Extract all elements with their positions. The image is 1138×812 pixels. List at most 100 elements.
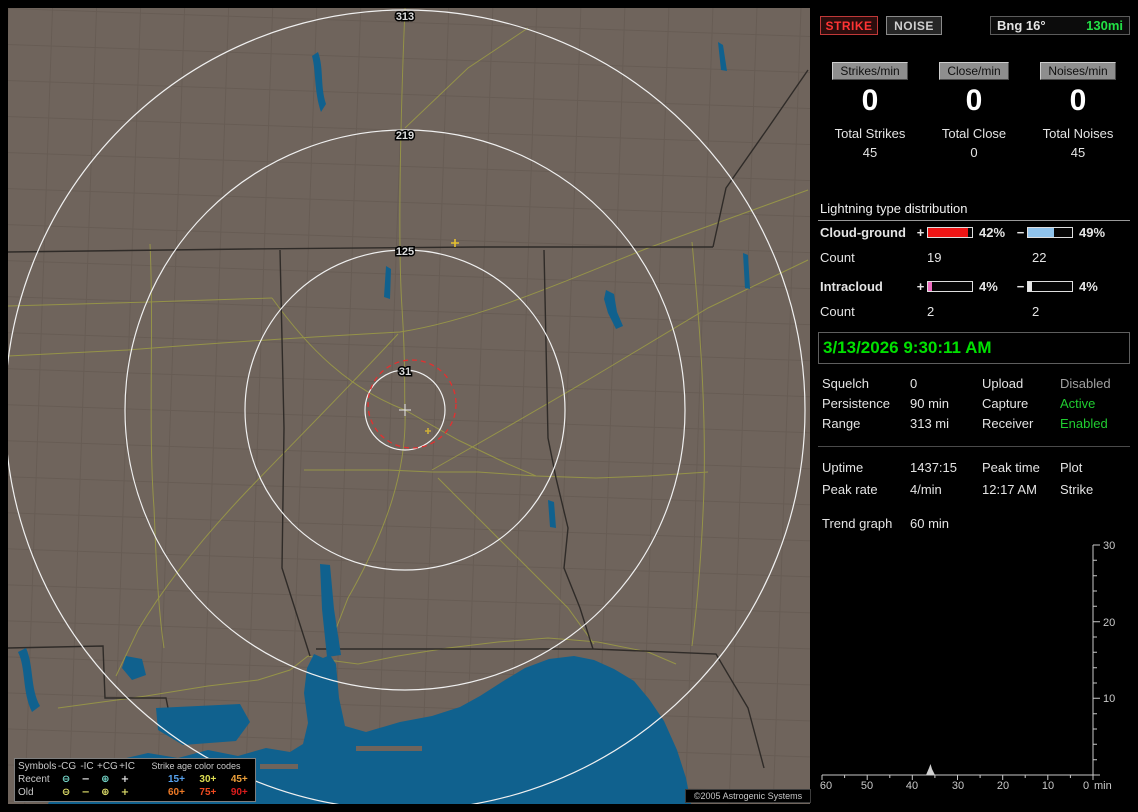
legend-recent-row: Recent ⊖ − ⊕ + 15+ 30+ 45+: [15, 773, 255, 786]
trend-axes: [822, 545, 1094, 776]
pos-ic-old-icon: +: [120, 787, 130, 798]
strike-mode-button[interactable]: STRIKE: [820, 16, 878, 35]
total-strikes-label: Total Strikes: [834, 126, 906, 141]
persistence-row: Persistence 90 min Capture Active: [822, 396, 1128, 411]
datetime-display: 3/13/2026 9:30:11 AM: [818, 332, 1130, 364]
uptime-row: Uptime 1437:15 Peak time Plot: [822, 460, 1128, 475]
svg-text:30: 30: [1103, 540, 1115, 552]
age-90-label: 90+: [230, 787, 248, 798]
svg-text:40: 40: [906, 780, 918, 792]
distribution-title: Lightning type distribution: [818, 201, 1130, 221]
total-close-value: 0: [970, 145, 978, 160]
squelch-label: Squelch: [822, 376, 869, 391]
ic-minus-count: 2: [1032, 304, 1040, 319]
bearing-range-display: Bng 16° 130mi: [990, 16, 1130, 35]
trend-graph: 60 50 40 30 20 10 0 min 30 20 10: [820, 540, 1115, 792]
ring-label-31: 31: [399, 366, 411, 378]
ic-plus-bar-fill: [928, 282, 933, 291]
svg-text:50: 50: [861, 780, 873, 792]
uptime-label: Uptime: [822, 460, 864, 475]
legend-header-row: Symbols -CG -IC +CG +IC Strike age color…: [15, 760, 255, 773]
legend-col-pos-cg: +CG: [97, 761, 118, 772]
svg-text:min: min: [1094, 780, 1112, 792]
bearing-value: Bng 16°: [997, 18, 1046, 33]
ic-plus-pct: 4%: [979, 279, 998, 294]
uptime-value: 1437:15: [910, 460, 957, 475]
capture-label: Capture: [982, 396, 1029, 411]
noises-column: Noises/min 0 Total Noises 45: [1026, 62, 1130, 160]
total-close-label: Total Close: [941, 126, 1007, 141]
plus-sign: +: [916, 225, 925, 240]
noise-mode-button[interactable]: NOISE: [886, 16, 942, 35]
receiver-label: Receiver: [982, 416, 1034, 431]
legend-col-pos-ic: +IC: [119, 761, 135, 772]
upload-label: Upload: [982, 376, 1024, 391]
total-noises-label: Total Noises: [1042, 126, 1114, 141]
age-60-label: 60+: [168, 787, 185, 798]
ic-count-label: Count: [820, 304, 855, 319]
cg-minus-bar-fill: [1028, 228, 1054, 237]
trend-series-strikes: [822, 764, 1093, 775]
cg-minus-pct: 49%: [1079, 225, 1106, 240]
age-15-label: 15+: [168, 774, 185, 785]
peak-rate-row: Peak rate 4/min 12:17 AM Strike: [822, 482, 1128, 497]
trend-graph-label: Trend graph: [822, 516, 893, 531]
neg-cg-old-icon: ⊖: [61, 787, 71, 798]
age-75-label: 75+: [199, 787, 217, 798]
trend-row: Trend graph 60 min: [822, 516, 1128, 531]
strikes-per-min-value: 0: [861, 84, 879, 117]
range-row: Range 313 mi Receiver Enabled: [822, 416, 1128, 431]
total-noises-value: 45: [1070, 145, 1086, 160]
neg-cg-recent-icon: ⊖: [61, 774, 71, 785]
legend-recent-label: Recent: [18, 774, 50, 785]
ring-label-125: 125: [396, 246, 414, 258]
ic-minus-pct: 4%: [1079, 279, 1098, 294]
pos-ic-recent-icon: +: [120, 774, 130, 785]
squelch-row: Squelch 0 Upload Disabled: [822, 376, 1128, 391]
range-readout: 130mi: [1086, 18, 1123, 33]
legend-age-title: Strike age color codes: [151, 761, 241, 771]
copyright-notice: ©2005 Astrogenic Systems: [685, 789, 811, 803]
legend-symbols-header: Symbols: [18, 761, 57, 772]
total-strikes-value: 45: [862, 145, 878, 160]
legend-old-row: Old ⊖ − ⊕ + 60+ 75+ 90+: [15, 786, 255, 799]
strikes-column: Strikes/min 0 Total Strikes 45: [818, 62, 922, 160]
svg-text:30: 30: [952, 780, 964, 792]
county-lines: [8, 8, 810, 804]
mode-row: STRIKE NOISE Bng 16° 130mi: [818, 16, 1130, 36]
minus-sign: −: [1016, 279, 1025, 294]
trend-y-labels: 30 20 10: [1103, 540, 1115, 705]
strikes-per-min-button[interactable]: Strikes/min: [832, 62, 908, 80]
peak-time-value: 12:17 AM: [982, 482, 1037, 497]
trend-window-value: 60 min: [910, 516, 950, 531]
noises-per-min-button[interactable]: Noises/min: [1040, 62, 1116, 80]
age-30-label: 30+: [199, 774, 217, 785]
upload-status: Disabled: [1060, 376, 1111, 391]
squelch-value: 0: [910, 376, 918, 391]
map-canvas[interactable]: 313 219 125 31: [8, 8, 810, 804]
cloud-ground-count-row: Count 19 22: [820, 250, 1130, 265]
svg-text:20: 20: [997, 780, 1009, 792]
plot-label: Plot: [1060, 460, 1083, 475]
rate-columns: Strikes/min 0 Total Strikes 45 Close/min…: [818, 62, 1130, 160]
neg-ic-old-icon: −: [81, 787, 90, 798]
svg-text:0: 0: [1083, 780, 1089, 792]
range-value: 313 mi: [910, 416, 950, 431]
peak-rate-label: Peak rate: [822, 482, 878, 497]
noises-per-min-value: 0: [1069, 84, 1087, 117]
intracloud-count-row: Count 2 2: [820, 304, 1130, 319]
cg-plus-count: 19: [927, 250, 942, 265]
age-45-label: 45+: [230, 774, 248, 785]
section-divider: [818, 446, 1130, 447]
ic-plus-bar: [927, 281, 973, 292]
close-per-min-button[interactable]: Close/min: [939, 62, 1009, 80]
pos-cg-recent-icon: ⊕: [101, 774, 110, 785]
lightning-map[interactable]: 313 219 125 31 Symbols -CG -IC +CG +IC S…: [8, 8, 811, 804]
ic-minus-bar: [1027, 281, 1073, 292]
ic-minus-bar-fill: [1028, 282, 1032, 291]
capture-status: Active: [1060, 396, 1096, 411]
minus-sign: −: [1016, 225, 1025, 240]
neg-ic-recent-icon: −: [81, 774, 90, 785]
trend-x-labels: 60 50 40 30 20 10 0 min: [820, 780, 1112, 792]
ring-label-313: 313: [396, 11, 414, 23]
